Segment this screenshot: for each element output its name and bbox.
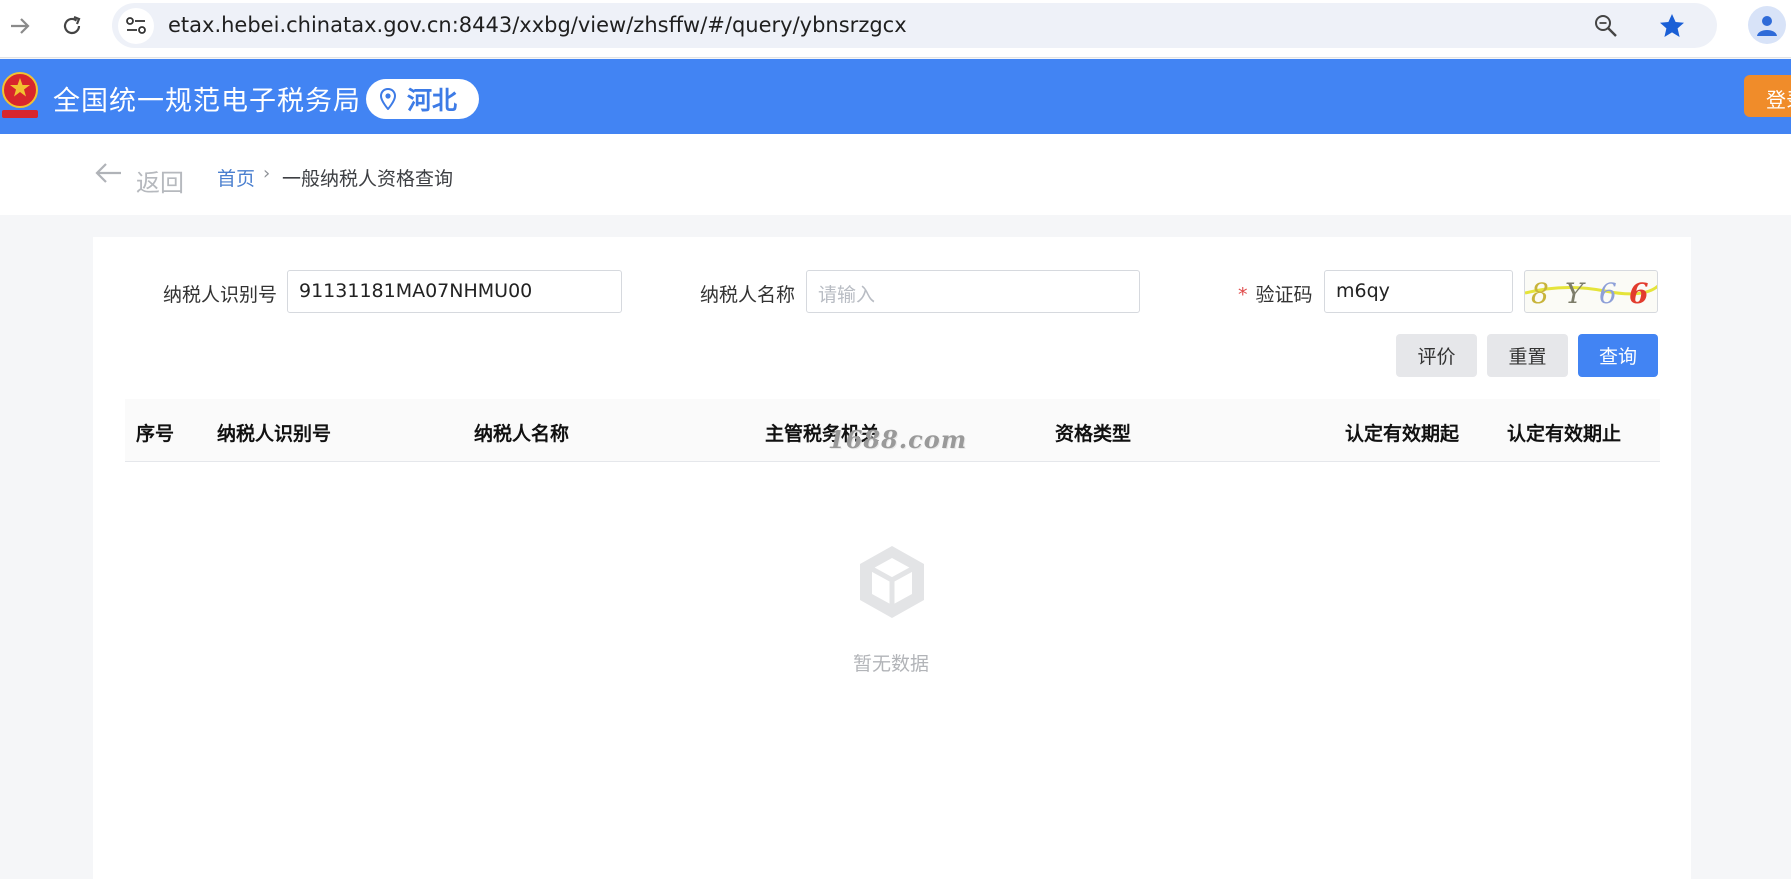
profile-icon[interactable] (1748, 6, 1786, 44)
address-bar[interactable]: etax.hebei.chinatax.gov.cn:8443/xxbg/vie… (112, 3, 1717, 48)
taxpayer-id-input[interactable]: 91131181MA07NHMU00 (287, 270, 622, 313)
breadcrumb-bar: 返回 首页 › 一般纳税人资格查询 (0, 134, 1791, 215)
captcha-input[interactable]: m6qy (1324, 270, 1513, 313)
breadcrumb-separator: › (263, 163, 271, 184)
zoom-icon[interactable] (1593, 13, 1619, 39)
query-card: 纳税人识别号 91131181MA07NHMU00 纳税人名称 请输入 * 验证码… (93, 237, 1691, 879)
taxpayer-name-input[interactable]: 请输入 (806, 270, 1140, 313)
browser-toolbar: etax.hebei.chinatax.gov.cn:8443/xxbg/vie… (0, 0, 1791, 58)
url-text[interactable]: etax.hebei.chinatax.gov.cn:8443/xxbg/vie… (168, 13, 907, 37)
taxpayer-name-label: 纳税人名称 (700, 284, 796, 306)
site-header: 全国统一规范电子税务局 河北 登录 (0, 59, 1791, 134)
evaluate-button[interactable]: 评价 (1396, 334, 1477, 377)
national-emblem-icon (0, 66, 40, 124)
location-pin-icon (379, 88, 397, 110)
query-button[interactable]: 查询 (1578, 334, 1658, 377)
taxpayer-id-label: 纳税人识别号 (163, 284, 278, 306)
site-info-icon[interactable] (118, 8, 154, 44)
column-header[interactable]: 认定有效期止 (1507, 419, 1621, 446)
region-label: 河北 (407, 86, 458, 115)
site-title: 全国统一规范电子税务局 (53, 86, 361, 117)
captcha-label: * 验证码 (1238, 280, 1313, 307)
reload-icon[interactable] (54, 8, 90, 44)
column-header[interactable]: 纳税人名称 (474, 419, 569, 446)
svg-text:6: 6 (1629, 277, 1648, 310)
column-header[interactable]: 资格类型 (1055, 419, 1131, 446)
required-mark: * (1238, 284, 1248, 306)
column-header[interactable]: 序号 (136, 419, 174, 446)
empty-state-text: 暂无数据 (853, 653, 930, 675)
captcha-image[interactable]: 8 Y 6 6 (1524, 270, 1658, 313)
column-header[interactable]: 认定有效期起 (1345, 419, 1459, 446)
login-button[interactable]: 登录 (1744, 75, 1791, 117)
column-header[interactable]: 纳税人识别号 (217, 419, 331, 446)
svg-text:8: 8 (1531, 277, 1549, 310)
back-arrow-icon[interactable] (95, 161, 123, 190)
forward-icon[interactable] (2, 8, 38, 44)
reset-button[interactable]: 重置 (1487, 334, 1568, 377)
empty-box-icon (858, 544, 926, 620)
breadcrumb-current: 一般纳税人资格查询 (282, 168, 454, 190)
svg-text:6: 6 (1599, 277, 1617, 310)
bookmark-star-icon[interactable] (1657, 11, 1687, 41)
svg-text:Y: Y (1565, 277, 1586, 310)
back-link[interactable]: 返回 (136, 163, 184, 198)
breadcrumb-home[interactable]: 首页 (217, 164, 255, 191)
watermark: 1688.com (828, 425, 968, 454)
region-selector[interactable]: 河北 (366, 79, 479, 119)
captcha-label-text: 验证码 (1255, 284, 1313, 306)
